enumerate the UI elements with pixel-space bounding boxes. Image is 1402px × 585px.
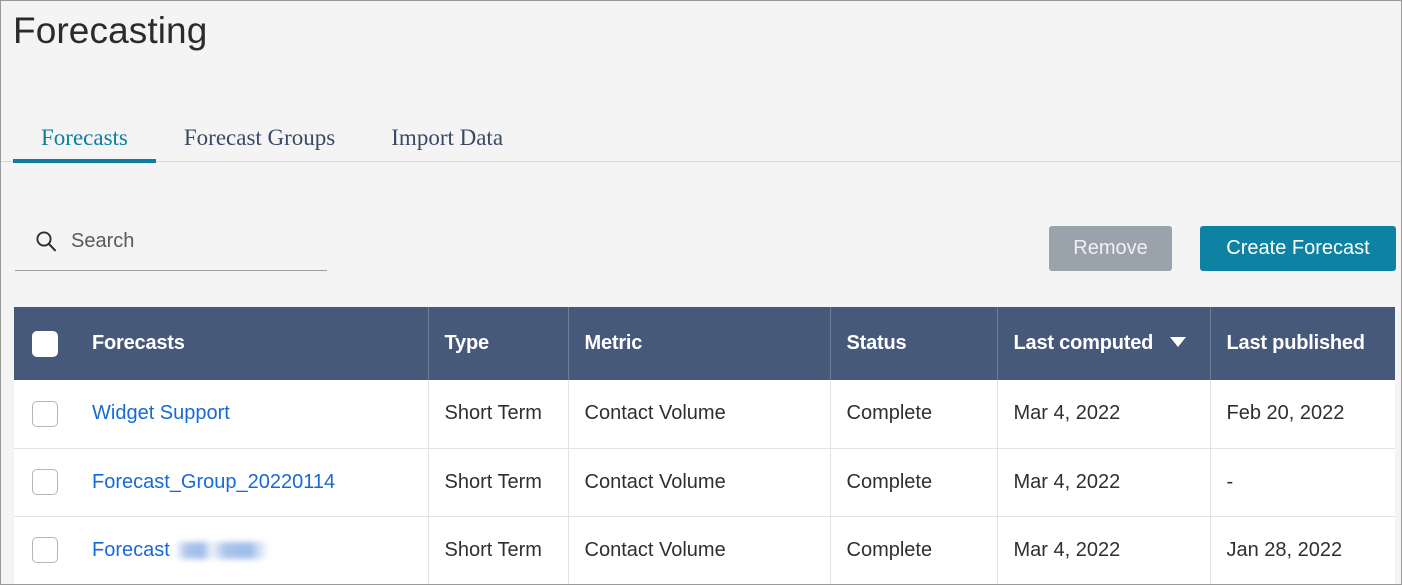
- forecast-link[interactable]: Forecast_Group_20220114: [92, 471, 335, 493]
- row-name-cell: Widget Support: [76, 380, 428, 448]
- tab-list: Forecasts Forecast Groups Import Data: [13, 111, 531, 161]
- row-checkbox[interactable]: [32, 537, 58, 563]
- row-metric-cell: Contact Volume: [568, 380, 830, 448]
- column-header-metric[interactable]: Metric: [568, 307, 830, 380]
- row-name-cell: Forecast: [76, 516, 428, 584]
- tab-bar: Forecasts Forecast Groups Import Data: [1, 111, 1401, 162]
- table-row: Forecast_Group_20220114 Short Term Conta…: [14, 448, 1395, 516]
- row-type-cell: Short Term: [428, 380, 568, 448]
- tab-import-data-label: Import Data: [391, 125, 503, 150]
- row-last-computed-cell: Mar 4, 2022: [997, 380, 1210, 448]
- row-metric-cell: Contact Volume: [568, 448, 830, 516]
- column-header-last-computed[interactable]: Last computed: [997, 307, 1210, 380]
- forecasts-table: Forecasts Type Metric Status Last comput…: [14, 307, 1395, 585]
- remove-button[interactable]: Remove: [1049, 226, 1172, 271]
- row-checkbox[interactable]: [32, 401, 58, 427]
- forecast-link[interactable]: Forecast: [92, 539, 170, 561]
- column-header-type[interactable]: Type: [428, 307, 568, 380]
- table-body: Widget Support Short Term Contact Volume…: [14, 380, 1395, 584]
- table-row: Widget Support Short Term Contact Volume…: [14, 380, 1395, 448]
- search-field[interactable]: [15, 218, 327, 271]
- column-header-status-label: Status: [847, 332, 907, 354]
- row-last-published-cell: -: [1210, 448, 1395, 516]
- select-all-header: [14, 307, 76, 380]
- redacted-text: [176, 542, 270, 559]
- tab-import-data[interactable]: Import Data: [363, 111, 531, 162]
- select-all-checkbox[interactable]: [32, 331, 58, 357]
- row-last-computed-cell: Mar 4, 2022: [997, 448, 1210, 516]
- row-status-cell: Complete: [830, 516, 997, 584]
- row-last-published-cell: Feb 20, 2022: [1210, 380, 1395, 448]
- tab-forecasts[interactable]: Forecasts: [13, 111, 156, 162]
- search-input[interactable]: [71, 230, 301, 253]
- caret-down-icon[interactable]: [1170, 337, 1186, 347]
- row-metric-cell: Contact Volume: [568, 516, 830, 584]
- row-type-cell: Short Term: [428, 516, 568, 584]
- row-status-cell: Complete: [830, 380, 997, 448]
- row-select-cell: [14, 516, 76, 584]
- table-row: Forecast Short Term Contact Volume Compl…: [14, 516, 1395, 584]
- row-type-cell: Short Term: [428, 448, 568, 516]
- toolbar: Remove Create Forecast: [1, 162, 1401, 302]
- column-header-forecasts[interactable]: Forecasts: [76, 307, 428, 380]
- column-header-last-computed-label: Last computed: [1014, 332, 1154, 354]
- table-header-row: Forecasts Type Metric Status Last comput…: [14, 307, 1395, 380]
- page-title: Forecasting: [13, 7, 207, 55]
- create-forecast-button[interactable]: Create Forecast: [1200, 226, 1396, 271]
- tab-forecast-groups[interactable]: Forecast Groups: [156, 111, 363, 162]
- row-last-published-cell: Jan 28, 2022: [1210, 516, 1395, 584]
- column-header-last-published[interactable]: Last published: [1210, 307, 1395, 380]
- forecast-link[interactable]: Widget Support: [92, 402, 230, 424]
- column-header-last-published-label: Last published: [1227, 332, 1365, 354]
- row-select-cell: [14, 380, 76, 448]
- tab-forecasts-label: Forecasts: [41, 125, 128, 150]
- tab-forecast-groups-label: Forecast Groups: [184, 125, 335, 150]
- column-header-status[interactable]: Status: [830, 307, 997, 380]
- row-checkbox[interactable]: [32, 469, 58, 495]
- column-header-type-label: Type: [445, 332, 489, 354]
- row-select-cell: [14, 448, 76, 516]
- row-last-computed-cell: Mar 4, 2022: [997, 516, 1210, 584]
- search-icon: [35, 230, 57, 252]
- row-name-cell: Forecast_Group_20220114: [76, 448, 428, 516]
- forecasting-page: Forecasting Forecasts Forecast Groups Im…: [0, 0, 1402, 585]
- table-header: Forecasts Type Metric Status Last comput…: [14, 307, 1395, 380]
- column-header-forecasts-label: Forecasts: [92, 332, 185, 354]
- row-status-cell: Complete: [830, 448, 997, 516]
- column-header-metric-label: Metric: [585, 332, 643, 354]
